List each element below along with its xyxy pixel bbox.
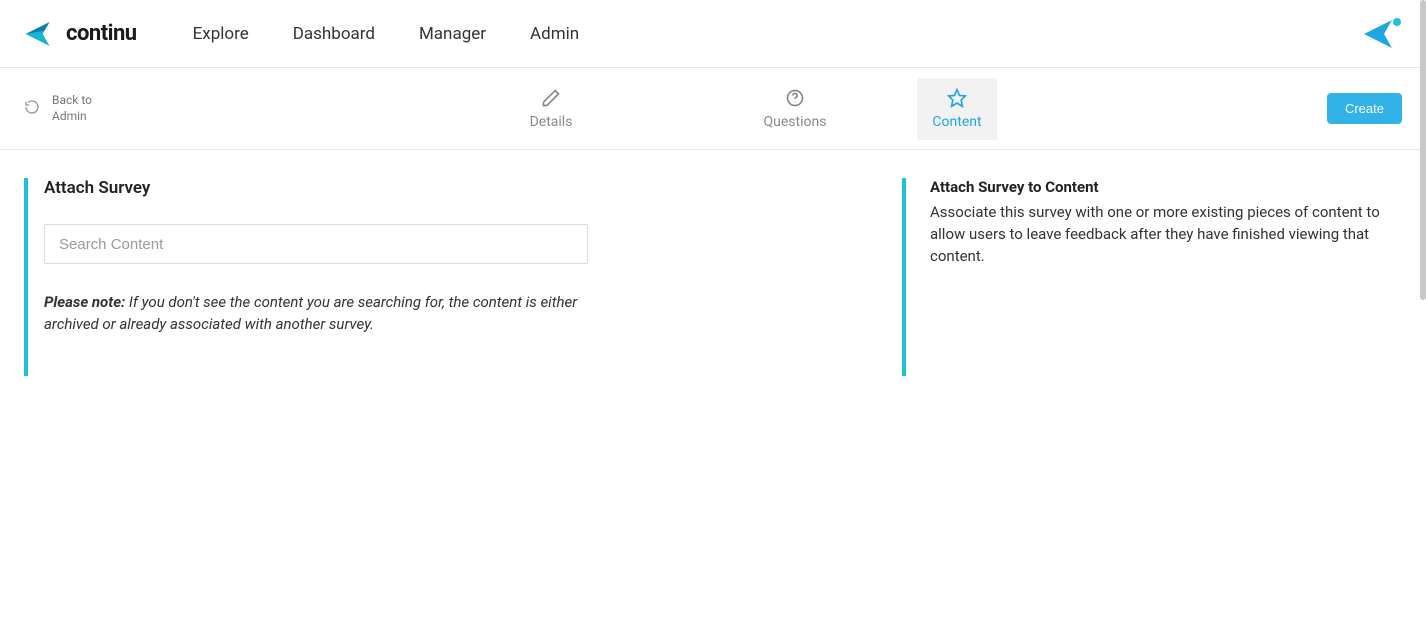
brand-logo[interactable]: continu: [24, 18, 137, 50]
back-label: Back to Admin: [52, 93, 92, 124]
brand-name: continu: [66, 21, 137, 46]
nav-explore[interactable]: Explore: [193, 24, 249, 44]
scrollbar-thumb[interactable]: [1420, 0, 1426, 626]
back-label-line1: Back to: [52, 93, 92, 109]
help-title: Attach Survey to Content: [930, 178, 1402, 196]
panel-title: Attach Survey: [44, 178, 624, 198]
brand-mark-icon: [24, 18, 58, 50]
back-label-line2: Admin: [52, 109, 92, 125]
back-to-admin[interactable]: Back to Admin: [24, 93, 92, 124]
attach-survey-panel: Attach Survey Please note: If you don't …: [24, 178, 624, 376]
search-content-input[interactable]: [44, 224, 588, 264]
step-tabs: Details Questions Content: [429, 68, 997, 149]
undo-icon: [24, 99, 40, 119]
help-panel: Attach Survey to Content Associate this …: [902, 178, 1402, 376]
nav-manager[interactable]: Manager: [419, 24, 486, 44]
header-right-logo[interactable]: [1362, 16, 1402, 52]
pencil-icon: [541, 88, 561, 108]
question-circle-icon: [785, 88, 805, 108]
main-nav: Explore Dashboard Manager Admin: [193, 24, 579, 44]
nav-admin[interactable]: Admin: [530, 24, 579, 44]
content-area: Attach Survey Please note: If you don't …: [0, 150, 1426, 376]
tab-questions-label: Questions: [764, 114, 827, 130]
top-header: continu Explore Dashboard Manager Admin: [0, 0, 1426, 68]
help-body: Associate this survey with one or more e…: [930, 202, 1402, 267]
star-icon: [947, 88, 967, 108]
tab-details-label: Details: [530, 114, 573, 130]
create-button[interactable]: Create: [1327, 93, 1402, 124]
tab-details[interactable]: Details: [429, 68, 673, 149]
nav-dashboard[interactable]: Dashboard: [293, 24, 375, 44]
note-prefix: Please note:: [44, 293, 125, 311]
tab-content[interactable]: Content: [917, 78, 997, 140]
sub-header: Back to Admin Details Questions: [0, 68, 1426, 150]
tab-questions[interactable]: Questions: [673, 68, 917, 149]
tab-content-label: Content: [932, 114, 981, 130]
note-text: Please note: If you don't see the conten…: [44, 292, 604, 336]
